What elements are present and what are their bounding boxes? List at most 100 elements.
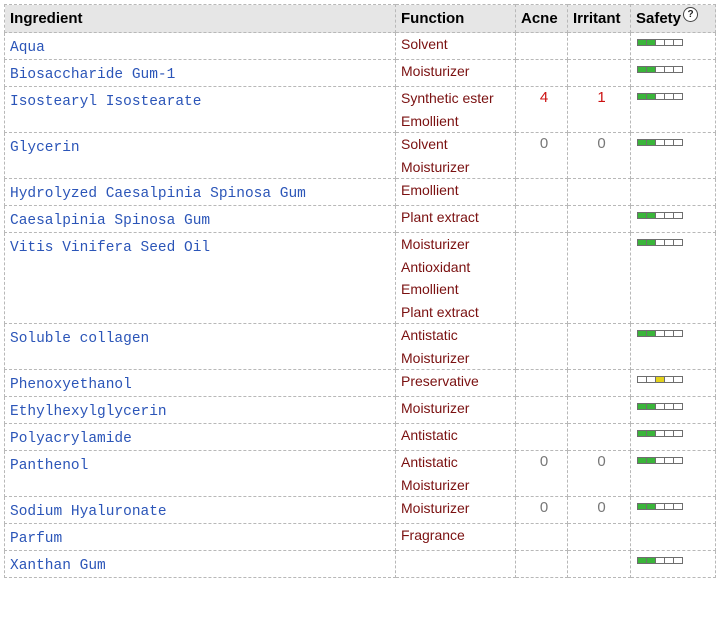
function-cell: Solvent Moisturizer xyxy=(395,132,516,179)
acne-rating-cell: 4 xyxy=(515,86,568,133)
safety-rating-cell xyxy=(630,32,716,60)
function-label: Solvent xyxy=(401,136,448,152)
help-icon[interactable]: ? xyxy=(683,7,699,22)
acne-rating-cell xyxy=(515,523,568,551)
safety-rating-segment xyxy=(673,212,683,219)
ingredient-cell: Sodium Hyaluronate xyxy=(4,496,396,524)
ingredient-link[interactable]: Panthenol xyxy=(10,451,395,477)
function-cell: Solvent xyxy=(395,32,516,60)
ingredient-link[interactable]: Caesalpinia Spinosa Gum xyxy=(10,206,395,232)
irritant-rating: 1 xyxy=(597,89,606,106)
acne-rating-cell xyxy=(515,550,568,578)
safety-rating-cell xyxy=(630,323,716,370)
safety-rating-segment xyxy=(673,557,683,564)
ingredient-link[interactable]: Soluble collagen xyxy=(10,324,395,350)
function-label: Moisturizer xyxy=(401,476,470,493)
safety-rating-segment xyxy=(673,93,683,100)
function-label: Emollient xyxy=(401,182,459,198)
table-row: Aqua Solvent xyxy=(4,32,716,60)
irritant-rating-cell xyxy=(567,232,631,324)
ingredient-link[interactable]: Sodium Hyaluronate xyxy=(10,497,395,523)
safety-rating-segment xyxy=(673,239,683,246)
function-cell: Antistatic xyxy=(395,423,516,451)
ingredient-link[interactable]: Biosaccharide Gum-1 xyxy=(10,60,395,86)
ingredient-table: Ingredient Function Acne Irritant Safety… xyxy=(4,4,716,578)
ingredient-link[interactable]: Phenoxyethanol xyxy=(10,370,395,396)
safety-header-label: Safety xyxy=(636,10,682,27)
acne-rating-cell xyxy=(515,32,568,60)
irritant-rating: 0 xyxy=(597,499,606,516)
ingredient-cell: Phenoxyethanol xyxy=(4,369,396,397)
safety-rating-bar xyxy=(637,430,683,437)
acne-rating-cell: 0 xyxy=(515,496,568,524)
irritant-rating-cell: 0 xyxy=(567,450,631,497)
irritant-rating-cell xyxy=(567,205,631,233)
acne-rating: 0 xyxy=(539,499,549,516)
acne-rating-cell xyxy=(515,423,568,451)
function-cell xyxy=(395,550,516,578)
safety-rating-bar xyxy=(637,139,683,146)
ingredient-link[interactable]: Vitis Vinifera Seed Oil xyxy=(10,233,395,259)
ingredient-link[interactable]: Ethylhexylglycerin xyxy=(10,397,395,423)
function-label: Synthetic ester xyxy=(401,90,494,106)
safety-rating-bar xyxy=(637,403,683,410)
safety-rating-cell xyxy=(630,369,716,397)
acne-rating-cell: 0 xyxy=(515,132,568,179)
ingredient-cell: Soluble collagen xyxy=(4,323,396,370)
ingredient-link[interactable]: Glycerin xyxy=(10,133,395,159)
ingredient-cell: Aqua xyxy=(4,32,396,60)
function-label: Plant extract xyxy=(401,303,479,320)
ingredient-cell: Caesalpinia Spinosa Gum xyxy=(4,205,396,233)
ingredient-link[interactable]: Polyacrylamide xyxy=(10,424,395,450)
safety-rating-cell xyxy=(630,132,716,179)
function-cell: Moisturizer xyxy=(395,396,516,424)
ingredient-link[interactable]: Hydrolyzed Caesalpinia Spinosa Gum xyxy=(10,179,395,205)
table-row: Ethylhexylglycerin Moisturizer xyxy=(4,396,716,424)
table-row: Parfum Fragrance xyxy=(4,523,716,551)
irritant-column-header: Irritant xyxy=(567,4,631,33)
table-row: Isostearyl Isostearate Synthetic ester Emo… xyxy=(4,86,716,133)
irritant-rating-cell xyxy=(567,396,631,424)
function-cell: Preservative xyxy=(395,369,516,397)
acne-rating-cell xyxy=(515,232,568,324)
table-row: Soluble collagen Antistatic Moisturizer xyxy=(4,323,716,370)
ingredient-link[interactable]: Aqua xyxy=(10,33,395,59)
safety-rating-bar xyxy=(637,557,683,564)
safety-rating-segment xyxy=(673,66,683,73)
function-column-header: Function xyxy=(395,4,516,33)
safety-rating-bar xyxy=(637,330,683,337)
function-label: Moisturizer xyxy=(401,236,470,252)
function-cell: Emollient xyxy=(395,178,516,206)
function-label: Moisturizer xyxy=(401,349,470,366)
ingredient-cell: Ethylhexylglycerin xyxy=(4,396,396,424)
ingredient-link[interactable]: Xanthan Gum xyxy=(10,551,395,577)
safety-rating-cell xyxy=(630,86,716,133)
irritant-rating: 0 xyxy=(597,453,606,470)
safety-rating-cell xyxy=(630,450,716,497)
ingredient-cell: Panthenol xyxy=(4,450,396,497)
ingredient-link[interactable]: Parfum xyxy=(10,524,395,550)
safety-rating-segment xyxy=(673,39,683,46)
irritant-rating-cell xyxy=(567,32,631,60)
acne-rating: 0 xyxy=(539,135,549,152)
function-label: Moisturizer xyxy=(401,158,470,175)
function-label: Plant extract xyxy=(401,209,479,225)
irritant-rating: 0 xyxy=(597,135,606,152)
ingredient-cell: Polyacrylamide xyxy=(4,423,396,451)
function-label: Antistatic xyxy=(401,427,458,443)
function-label: Antioxidant xyxy=(401,258,471,275)
table-row: Hydrolyzed Caesalpinia Spinosa Gum Emolli… xyxy=(4,178,716,206)
table-row: Biosaccharide Gum-1 Moisturizer xyxy=(4,59,716,87)
safety-rating-cell xyxy=(630,59,716,87)
safety-rating-bar xyxy=(637,39,683,46)
function-cell: Moisturizer xyxy=(395,59,516,87)
safety-rating-cell xyxy=(630,496,716,524)
ingredient-cell: Xanthan Gum xyxy=(4,550,396,578)
ingredient-link[interactable]: Isostearyl Isostearate xyxy=(10,87,395,113)
function-label: Moisturizer xyxy=(401,400,470,416)
function-cell: Antistatic Moisturizer xyxy=(395,450,516,497)
irritant-rating-cell xyxy=(567,369,631,397)
safety-rating-cell xyxy=(630,423,716,451)
header-row: Ingredient Function Acne Irritant Safety… xyxy=(4,4,716,33)
acne-rating: 4 xyxy=(539,89,549,106)
